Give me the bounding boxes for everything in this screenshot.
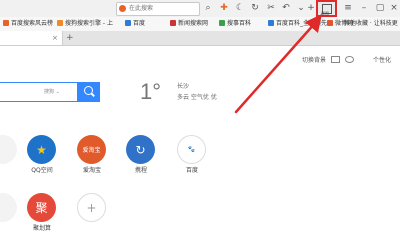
weather-city[interactable]: 长沙 [177,81,189,90]
screenshot-button[interactable]: 截图 [316,0,337,17]
mail-icon[interactable] [331,56,340,63]
scissors-icon[interactable]: ✂ [265,2,277,14]
speed-dial-label[interactable]: 百度 [172,167,212,175]
bookmark-label: 百度 [133,20,146,27]
bookmark-favicon [125,20,131,26]
bookmark-label: 百度百科_全球领先 [276,20,328,27]
speed-dial-glyph: ★ [36,142,47,157]
bookmark-bar: 百度搜索风云榜 搜狗搜索引擎 - 上百度 新闻搜索网 搜事百科 百度百科_全球领先 微博网… [0,17,400,32]
speed-dial-label[interactable]: 聚划算 [22,225,62,233]
bookmark-favicon [3,20,9,26]
speed-dial-icon[interactable] [0,135,17,164]
speed-dial-glyph: + [86,200,97,215]
refresh-icon[interactable]: ↻ [249,2,261,14]
speed-dial-icon[interactable]: ↻ [126,135,155,164]
speed-dial-glyph: 聚 [35,201,48,215]
undo-icon[interactable]: ↶ [280,2,292,14]
engine-select[interactable]: 搜狗 ⌄ [44,87,60,97]
close-window-icon[interactable]: × [388,2,400,14]
weather-temperature: 1° [140,79,162,104]
minimize-icon[interactable]: – [358,2,370,14]
toolbar-search-box[interactable] [116,2,200,16]
switch-background-link[interactable]: 切换背景 [302,56,326,66]
bookmark-item[interactable]: 搜事百科 [219,19,251,29]
speed-dial-label[interactable]: 携程 [121,167,161,175]
bookmark-label: 搜事百科 [227,20,252,27]
speed-dial-icon[interactable]: 爱淘宝 [77,135,106,164]
personalize-link[interactable]: 个性化 [373,56,391,66]
speed-dial-icon[interactable] [0,193,17,222]
speed-dial-glyph [0,135,17,164]
speed-dial-icon[interactable]: 🐾 [177,135,206,164]
bookmark-item[interactable]: 百度百科_全球领先 [268,19,327,29]
maximize-icon[interactable]: ▢ [374,2,386,14]
bookmark-overflow[interactable]: 其他收藏 · 让科技更 [344,19,398,29]
search-icon-handle [91,92,95,97]
bookmark-favicon [170,20,176,26]
speed-dial-label[interactable]: QQ空间 [22,167,62,175]
magnifier-icon[interactable]: ⌕ [202,2,214,14]
bookmark-label: 新闻搜索网 [178,20,209,27]
speed-dial-glyph [0,193,17,222]
tab-strip: × + [0,31,400,46]
bookmark-item[interactable]: 百度搜索风云榜 [3,19,53,29]
bookmark-favicon [268,20,274,26]
tab-close-icon[interactable]: × [52,33,58,43]
game-icon[interactable]: ✚ [218,2,230,14]
speed-dial-glyph: 🐾 [187,146,196,153]
bookmark-favicon [57,20,63,26]
browser-toolbar: ⌕ ✚ ☾ ↻ ✂ ↶ ⌄ + 截图 ≡ – ▢ × [0,0,400,18]
speed-dial-glyph: ↻ [135,142,146,157]
bookmark-label: 百度搜索风云榜 [11,20,54,27]
bookmark-item[interactable]: 新闻搜索网 [170,19,208,29]
night-mode-icon[interactable]: ☾ [234,2,246,14]
toolbar-search-input[interactable] [129,3,193,15]
new-tab-button[interactable]: + [66,32,74,44]
bookmark-favicon [219,20,225,26]
settings-icon[interactable] [345,56,354,63]
speed-dial-icon[interactable]: ★ [27,135,56,164]
page-search-button[interactable] [78,82,100,102]
bookmark-label: 搜狗搜索引擎 - 上 [65,20,113,27]
speed-dial-glyph: 爱淘宝 [82,147,101,154]
bookmark-item[interactable]: 搜狗搜索引擎 - 上 [57,19,113,29]
speed-dial-icon[interactable]: 聚 [27,193,56,222]
page-search-box[interactable]: 搜狗 ⌄ [0,82,78,102]
bookmark-favicon [327,20,333,26]
speed-dial-label[interactable]: 爱淘宝 [72,167,112,175]
weather-air-quality: 多云 空气优 优 [177,94,217,101]
speed-dial-icon[interactable]: + [77,193,106,222]
search-engine-icon[interactable] [119,5,126,12]
menu-icon[interactable]: ≡ [342,2,354,14]
bookmark-item[interactable]: 百度 [125,19,145,29]
tab-active[interactable]: × [0,31,63,45]
